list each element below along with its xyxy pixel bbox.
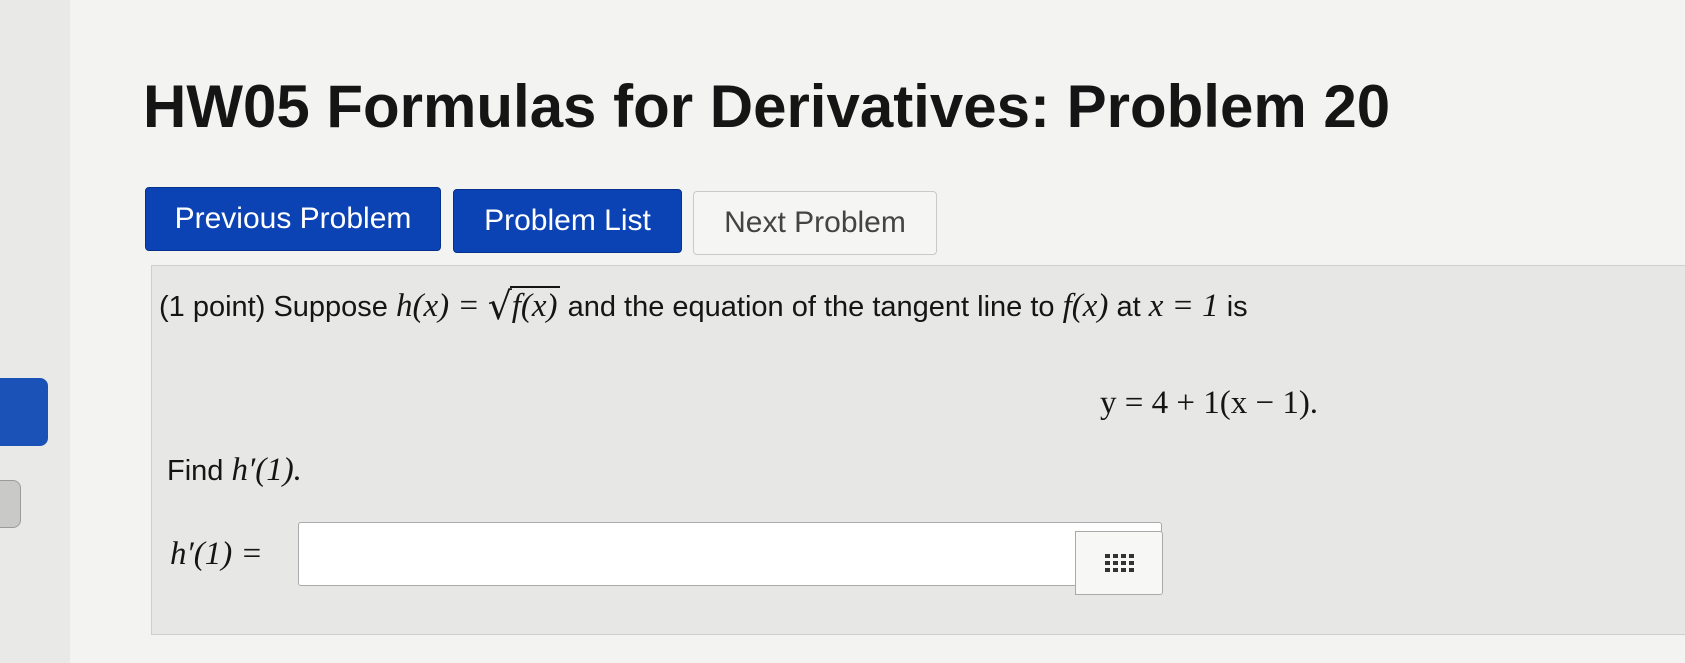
h-def-text: h(x) =: [396, 288, 480, 324]
answer-label: h′(1) =: [170, 536, 263, 573]
tangent-text: and the equation of the tangent line to: [567, 291, 1055, 323]
find-prompt: Find h′(1).: [167, 452, 302, 489]
find-expr-text: h′(1).: [231, 452, 302, 488]
answer-label-text: h′(1) =: [170, 536, 263, 572]
grid-icon: [1104, 554, 1134, 572]
problem-statement: (1 point) Suppose h(x) = √ f(x) and the e…: [159, 284, 1248, 328]
h-definition: h(x) =: [396, 288, 480, 324]
equation-palette-button[interactable]: [1075, 531, 1163, 595]
sqrt-expression: √ f(x): [488, 284, 560, 328]
tangent-equation: y = 4 + 1(x − 1).: [1100, 385, 1319, 421]
side-tab[interactable]: [0, 378, 48, 446]
answer-input[interactable]: [298, 522, 1162, 586]
at-text: at: [1116, 291, 1141, 323]
side-tab-secondary[interactable]: [0, 480, 21, 528]
find-text: Find: [167, 455, 224, 487]
previous-problem-button[interactable]: Previous Problem: [145, 187, 441, 251]
page-title: HW05 Formulas for Derivatives: Problem 2…: [143, 73, 1391, 140]
problem-list-button[interactable]: Problem List: [453, 189, 682, 253]
radical-icon: √: [487, 284, 512, 328]
fx-expression: f(x): [1063, 288, 1109, 324]
next-problem-button[interactable]: Next Problem: [693, 191, 937, 255]
find-expression: h′(1).: [231, 452, 301, 488]
x-eq-text: x = 1: [1148, 288, 1219, 324]
sqrt-argument: f(x): [511, 288, 558, 324]
x-value: x = 1: [1149, 288, 1219, 324]
points-label: (1 point): [159, 291, 266, 323]
is-text: is: [1226, 291, 1248, 323]
fx-text: f(x): [1062, 288, 1109, 324]
suppose-text: Suppose: [273, 291, 388, 323]
